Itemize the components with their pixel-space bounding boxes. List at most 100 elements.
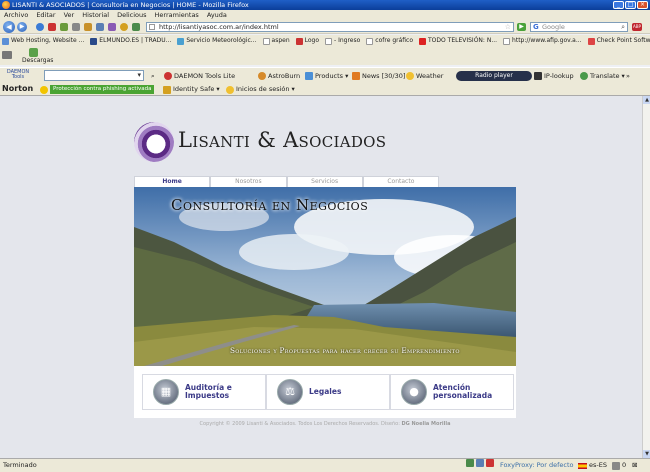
toolbar-overflow-chevron-icon[interactable]: » [626, 71, 630, 81]
bookmark-item[interactable]: TODO TELEVISIÓN: N... [419, 35, 497, 47]
status-addon-icon[interactable] [466, 459, 474, 467]
bookmark-label: ELMUNDO.ES | TRADU... [99, 37, 172, 44]
tab-contacto[interactable]: Contacto [362, 176, 439, 187]
menu-ver[interactable]: Ver [64, 10, 75, 20]
radio-player[interactable]: Radio player [456, 71, 532, 81]
menu-historial[interactable]: Historial [82, 10, 109, 20]
news-label: News [30/30] [362, 72, 406, 80]
identity-safe-item[interactable]: Identity Safe ▾ [163, 85, 220, 94]
bookmark-label: - Ingreso [334, 37, 361, 44]
google-icon[interactable]: G [533, 23, 539, 31]
service-card-legales[interactable]: ⚖ Legales [266, 374, 390, 410]
bookmark-star-icon[interactable]: ☆ [505, 23, 511, 31]
menu-archivo[interactable]: Archivo [4, 10, 28, 20]
download-icon[interactable] [29, 48, 38, 57]
go-arrow-icon[interactable]: ▶ [517, 23, 526, 31]
toolbar-icon-b[interactable] [84, 23, 92, 31]
translate-item[interactable]: Translate ▾ [580, 71, 625, 81]
astroburn-item[interactable]: AstroBurn [258, 71, 300, 81]
bookmark-item[interactable]: - Ingreso [325, 35, 360, 47]
bookmark-item[interactable]: Servicio Meteorológic... [177, 35, 257, 47]
service-card-atencion[interactable]: ● Atención personalizada [390, 374, 514, 410]
menu-delicious[interactable]: Delicious [117, 10, 146, 20]
url-bar[interactable]: http://lisantiyasoc.com.ar/index.html ☆ [146, 22, 514, 32]
locale-status[interactable]: es-ES [578, 459, 607, 472]
status-icons [466, 459, 494, 467]
footer-copyright: Copyright © 2009 Lisanti & Asociados. To… [199, 421, 400, 427]
downloads-bar: Descargas [0, 47, 650, 65]
adblock-icon[interactable]: ABP [632, 23, 642, 31]
site-nav-tabs: Home Nosotros Servicios Contacto [134, 176, 439, 187]
tab-home[interactable]: Home [134, 176, 211, 187]
ip-lookup-item[interactable]: IP-lookup [534, 71, 574, 81]
site-footer: Copyright © 2009 Lisanti & Asociados. To… [134, 421, 516, 427]
search-icon[interactable]: ⌕ [621, 23, 625, 31]
status-bar: Terminado FoxyProxy: Por defecto es-ES 0… [0, 458, 650, 472]
bookmark-item[interactable]: Check Point Software: ... [587, 35, 650, 47]
scroll-up-icon[interactable]: ▲ [643, 96, 650, 104]
bookmark-item[interactable]: cofre gráfico [366, 35, 413, 47]
count-label: 0 [622, 461, 627, 469]
phishing-protection-badge[interactable]: Protección contra phishing activada [50, 85, 154, 94]
bookmark-item[interactable]: aspen [262, 35, 290, 47]
footer-designer-link[interactable]: DG Noelia Morilla [402, 421, 451, 427]
status-close-icon[interactable]: ⊠ [632, 459, 637, 472]
toolbar-handle-icon [2, 51, 12, 59]
search-placeholder: Google [542, 23, 565, 31]
bookmark-item[interactable]: http://www.afip.gov.a... [503, 35, 582, 47]
stop-icon[interactable] [48, 23, 56, 31]
downloads-label[interactable]: Descargas [22, 57, 53, 64]
vertical-scrollbar[interactable]: ▲ ▼ [642, 96, 650, 458]
bookmark-icon [587, 37, 595, 45]
foxyproxy-status[interactable]: FoxyProxy: Por defecto [500, 459, 573, 472]
search-icon[interactable]: ⌕ [151, 71, 155, 81]
bookmark-icon [90, 37, 98, 45]
menu-ayuda[interactable]: Ayuda [207, 10, 227, 20]
astroburn-label: AstroBurn [268, 72, 301, 80]
toolbar-icon-e[interactable] [120, 23, 128, 31]
minimize-button[interactable]: _ [613, 1, 624, 9]
products-icon [305, 72, 313, 80]
tab-servicios[interactable]: Servicios [286, 176, 363, 187]
scroll-down-icon[interactable]: ▼ [643, 450, 650, 458]
spain-flag-icon [578, 462, 587, 469]
norton-check-icon [40, 86, 48, 94]
count-status[interactable]: 0 [612, 459, 626, 472]
products-label: Products [315, 72, 344, 80]
toolbar-icon-d[interactable] [108, 23, 116, 31]
service-label: Atención personalizada [433, 384, 492, 400]
toolbar-icon-f[interactable] [132, 23, 140, 31]
menu-editar[interactable]: Editar [36, 10, 55, 20]
service-card-auditoria[interactable]: ▦ Auditoría e Impuestos [142, 374, 266, 410]
bookmark-label: Check Point Software: ... [596, 37, 650, 44]
bookmark-item[interactable]: ELMUNDO.ES | TRADU... [90, 35, 171, 47]
translate-icon [580, 72, 588, 80]
menu-herramientas[interactable]: Herramientas [155, 10, 199, 20]
products-item[interactable]: Products ▾ [305, 71, 348, 81]
ip-lookup-icon [534, 72, 542, 80]
reload-icon[interactable] [36, 23, 44, 31]
bookmark-icon [262, 37, 270, 45]
daemon-tools-lite-item[interactable]: DAEMON Tools Lite [164, 71, 235, 81]
bookmark-item[interactable]: Web Hosting, Website ... [2, 35, 84, 47]
tab-nosotros[interactable]: Nosotros [210, 176, 287, 187]
weather-item[interactable]: Weather [406, 71, 443, 81]
status-addon-icon[interactable] [476, 459, 484, 467]
forward-arrow-icon[interactable]: ▶ [17, 22, 27, 32]
close-button[interactable]: × [637, 1, 648, 9]
hero-title: Consultoría en Negocios [171, 196, 369, 214]
login-item[interactable]: Inicios de sesión ▾ [226, 85, 295, 94]
bookmark-item[interactable]: Logo [295, 35, 319, 47]
daemon-search-select[interactable] [44, 70, 144, 81]
toolbar-icon-c[interactable] [96, 23, 104, 31]
bookmark-label: Servicio Meteorológic... [186, 37, 257, 44]
navigation-toolbar: ◀ ▶ http://lisantiyasoc.com.ar/index.htm… [0, 20, 650, 34]
home-icon[interactable] [60, 23, 68, 31]
maximize-button[interactable]: □ [625, 1, 636, 9]
back-arrow-icon[interactable]: ◀ [3, 21, 15, 33]
news-item[interactable]: News [30/30] ▾ [352, 71, 411, 81]
toolbar-icon-a[interactable] [72, 23, 80, 31]
bookmark-icon [295, 37, 303, 45]
search-input[interactable]: G Google ⌕ [530, 22, 628, 32]
status-addon-icon[interactable] [486, 459, 494, 467]
